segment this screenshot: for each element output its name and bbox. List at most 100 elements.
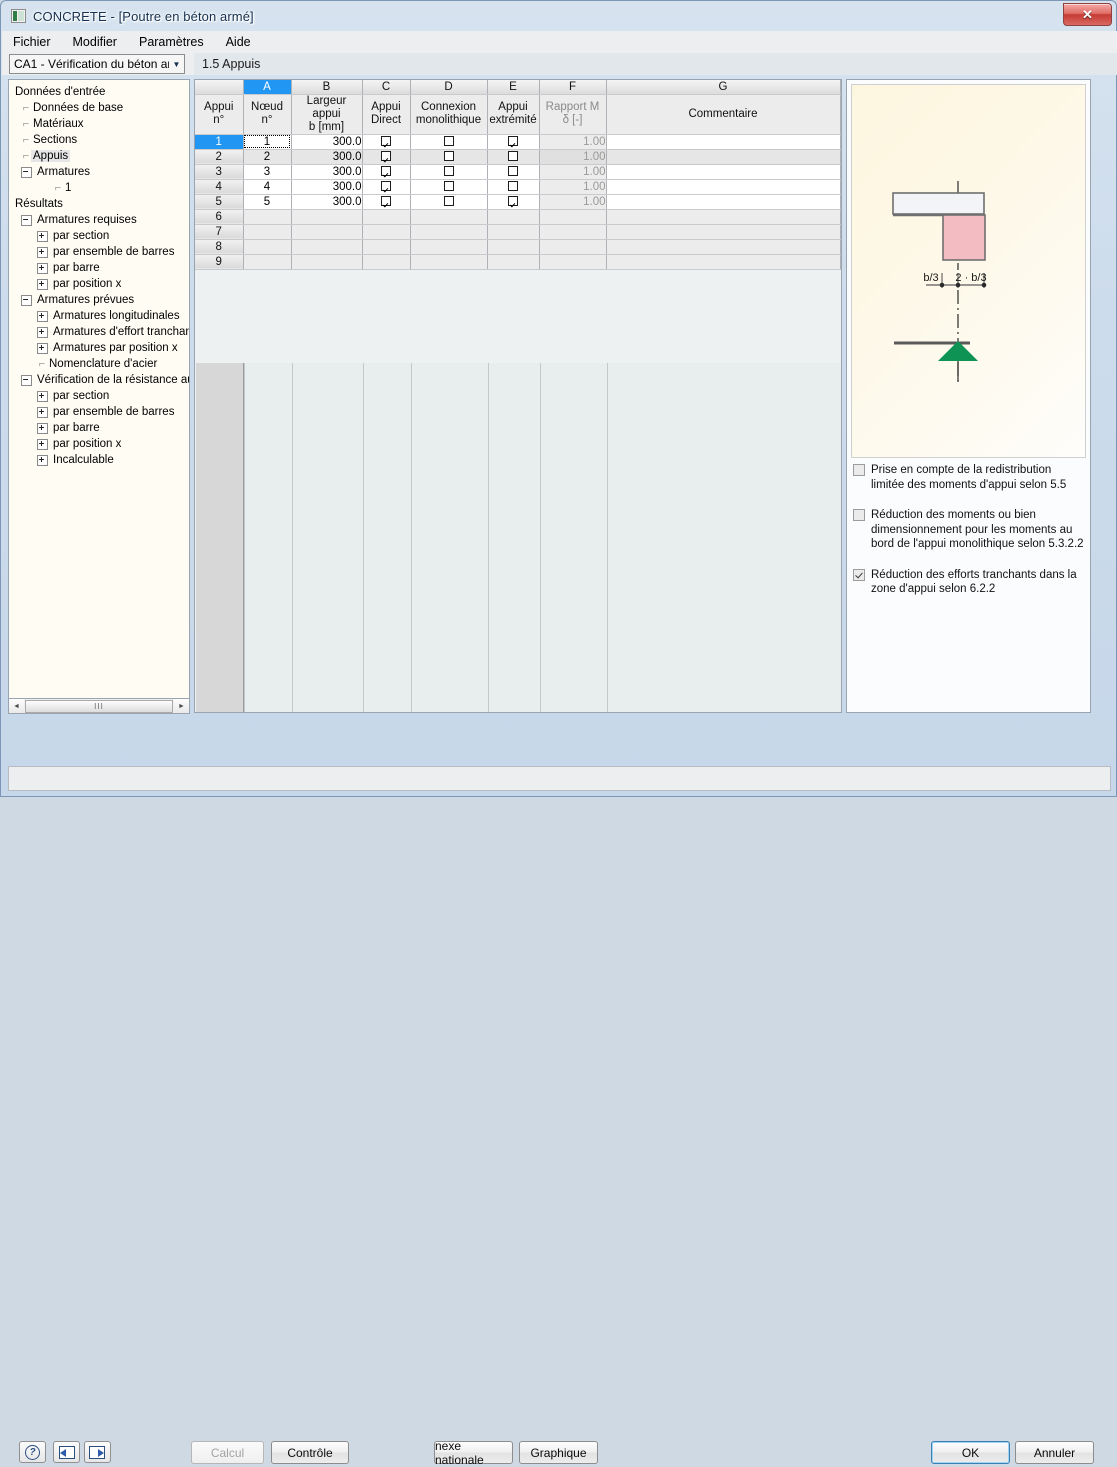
previous-button[interactable]: [53, 1441, 80, 1463]
cell-largeur-appui[interactable]: [291, 224, 363, 240]
cell-appui-direct[interactable]: [362, 254, 411, 270]
tree-item-armatures-par-position-x[interactable]: Armatures par position x: [11, 340, 189, 356]
cell-connexion-monolithique[interactable]: [410, 224, 488, 240]
calcul-button[interactable]: Calcul: [191, 1441, 264, 1464]
cell-appui-direct[interactable]: [362, 179, 411, 195]
tree-item-par-ensemble-de-barres[interactable]: par ensemble de barres: [11, 244, 189, 260]
cell-commentaire[interactable]: [606, 149, 841, 165]
cell-commentaire[interactable]: [606, 194, 841, 210]
cell-noeud[interactable]: [243, 224, 292, 240]
column-letter-E[interactable]: E: [487, 80, 540, 95]
tree-expand-icon[interactable]: [37, 326, 48, 338]
checkbox-connexion-monolithique[interactable]: [443, 196, 454, 207]
cell-appui-extremite[interactable]: [487, 239, 540, 255]
menu-item-fichier[interactable]: Fichier: [2, 32, 62, 52]
table-row[interactable]: 6: [195, 209, 841, 225]
column-letter-B[interactable]: B: [291, 80, 363, 95]
cell-connexion-monolithique[interactable]: [410, 209, 488, 225]
row-header[interactable]: 4: [195, 179, 244, 195]
tree-item-par-position-x[interactable]: par position x: [11, 276, 189, 292]
tree-collapse-icon[interactable]: [21, 166, 32, 178]
cell-noeud[interactable]: [243, 239, 292, 255]
tree-expand-icon[interactable]: [37, 422, 48, 434]
scroll-right-icon[interactable]: ►: [174, 699, 189, 713]
tree-item-appuis[interactable]: ⌐ Appuis: [11, 148, 189, 164]
cell-connexion-monolithique[interactable]: [410, 179, 488, 195]
close-button[interactable]: ✕: [1063, 3, 1112, 26]
cell-noeud[interactable]: 3: [243, 164, 292, 180]
tree-expand-icon[interactable]: [37, 342, 48, 354]
cell-commentaire[interactable]: [606, 224, 841, 240]
cell-commentaire[interactable]: [606, 239, 841, 255]
checkbox-connexion-monolithique[interactable]: [443, 181, 454, 192]
cell-appui-extremite[interactable]: [487, 194, 540, 210]
cell-connexion-monolithique[interactable]: [410, 149, 488, 165]
tree-horizontal-scrollbar[interactable]: ◄ III ►: [8, 698, 190, 714]
cell-noeud[interactable]: [243, 254, 292, 270]
tree-item-par-barre[interactable]: par barre: [11, 260, 189, 276]
tree-item-v-rification-de-la-r-sistance-au-f[interactable]: Vérification de la résistance au f: [11, 372, 189, 388]
tree-expand-icon[interactable]: [37, 230, 48, 242]
cell-commentaire[interactable]: [606, 164, 841, 180]
tree-expand-icon[interactable]: [37, 262, 48, 274]
tree-item-nomenclature-d-acier[interactable]: ⌐ Nomenclature d'acier: [11, 356, 189, 372]
menu-item-aide[interactable]: Aide: [215, 32, 262, 52]
cell-largeur-appui[interactable]: [291, 254, 363, 270]
cell-appui-extremite[interactable]: [487, 164, 540, 180]
row-header[interactable]: 6: [195, 209, 244, 225]
cell-largeur-appui[interactable]: [291, 239, 363, 255]
tree-collapse-icon[interactable]: [21, 374, 32, 386]
option-checkbox-1[interactable]: [853, 509, 865, 521]
table-row[interactable]: 1 1 300.0 1.00: [195, 134, 841, 150]
tree-item-par-ensemble-de-barres[interactable]: par ensemble de barres: [11, 404, 189, 420]
controle-button[interactable]: Contrôle: [271, 1441, 349, 1464]
cell-commentaire[interactable]: [606, 179, 841, 195]
cell-appui-direct[interactable]: [362, 209, 411, 225]
tree-item-armatures-d-effort-tranchant[interactable]: Armatures d'effort tranchant: [11, 324, 189, 340]
tree-expand-icon[interactable]: [37, 310, 48, 322]
cell-appui-direct[interactable]: [362, 239, 411, 255]
checkbox-appui-extremite[interactable]: [508, 166, 518, 177]
cell-appui-direct[interactable]: [362, 134, 411, 150]
cell-connexion-monolithique[interactable]: [410, 239, 488, 255]
cell-noeud[interactable]: [243, 209, 292, 225]
option-checkbox-2[interactable]: [853, 568, 865, 581]
supports-table[interactable]: A B C D E F G Appui n° Nœud n° Largeur appui b [mm] A…: [195, 80, 841, 270]
column-letter-C[interactable]: C: [362, 80, 411, 95]
tree-item-armatures-pr-vues[interactable]: Armatures prévues: [11, 292, 189, 308]
row-header[interactable]: 2: [195, 149, 244, 165]
checkbox-appui-extremite[interactable]: [508, 151, 518, 162]
cell-largeur-appui[interactable]: 300.0: [291, 149, 363, 165]
tree-item-mat-riaux[interactable]: ⌐ Matériaux: [11, 116, 189, 132]
option-row-1[interactable]: Réduction des moments ou bien dimensionn…: [853, 508, 1085, 552]
checkbox-appui-direct[interactable]: [381, 181, 391, 192]
cell-appui-direct[interactable]: [362, 149, 411, 165]
scroll-thumb[interactable]: III: [25, 699, 173, 713]
cell-commentaire[interactable]: [606, 254, 841, 270]
checkbox-connexion-monolithique[interactable]: [443, 151, 454, 162]
checkbox-appui-direct[interactable]: [381, 166, 391, 177]
table-row[interactable]: 5 5 300.0 1.00: [195, 194, 841, 210]
tree-expand-icon[interactable]: [37, 390, 48, 402]
checkbox-appui-extremite[interactable]: [508, 196, 518, 207]
table-row[interactable]: 7: [195, 224, 841, 240]
cell-commentaire[interactable]: [606, 209, 841, 225]
tree-item-donn-es-de-base[interactable]: ⌐ Données de base: [11, 100, 189, 116]
cell-connexion-monolithique[interactable]: [410, 194, 488, 210]
cell-appui-extremite[interactable]: [487, 149, 540, 165]
tree-item-donn-es-d-entr-e[interactable]: Données d'entrée: [11, 84, 189, 100]
tree-item-par-section[interactable]: par section: [11, 388, 189, 404]
column-letter-A[interactable]: A: [243, 80, 292, 95]
case-selector-dropdown[interactable]: CA1 - Vérification du béton armé ▼: [9, 54, 185, 74]
next-button[interactable]: [84, 1441, 111, 1463]
checkbox-connexion-monolithique[interactable]: [443, 136, 454, 147]
cell-noeud[interactable]: 4: [243, 179, 292, 195]
cell-noeud[interactable]: 1: [243, 134, 292, 150]
table-row[interactable]: 8: [195, 239, 841, 255]
table-row[interactable]: 3 3 300.0 1.00: [195, 164, 841, 180]
cell-appui-extremite[interactable]: [487, 224, 540, 240]
menu-item-parametres[interactable]: Paramètres: [128, 32, 215, 52]
tree-item-armatures-requises[interactable]: Armatures requises: [11, 212, 189, 228]
option-row-0[interactable]: Prise en compte de la redistribution lim…: [853, 463, 1085, 492]
menu-item-modifier[interactable]: Modifier: [62, 32, 128, 52]
